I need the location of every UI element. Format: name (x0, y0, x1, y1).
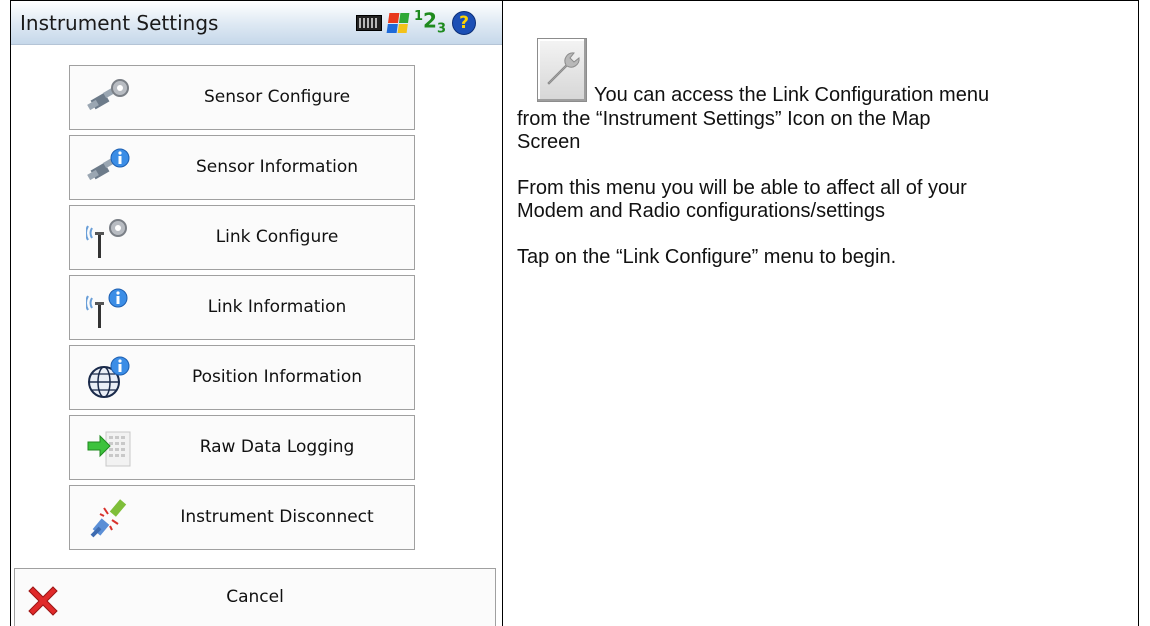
instrument-disconnect-button[interactable]: Instrument Disconnect (69, 485, 415, 550)
status-icons: 123 ? (356, 9, 477, 36)
device-screen: Instrument Settings 123 ? Sensor Configu… (11, 1, 502, 626)
column-divider (502, 0, 503, 626)
raw-data-logging-button[interactable]: Raw Data Logging (69, 415, 415, 480)
cancel-label: Cancel (226, 587, 284, 607)
description-line-3: Screen (517, 131, 581, 153)
description-line-1: You can access the Link Configuration me… (594, 84, 990, 106)
menu-item-label: Sensor Information (195, 157, 359, 177)
menu-item-label: Link Configure (215, 227, 339, 247)
antenna-info-icon (86, 288, 128, 328)
disconnect-plug-icon (90, 499, 127, 538)
link-configure-button[interactable]: Link Configure (69, 205, 415, 270)
data-log-icon (87, 431, 131, 467)
menu-item-label: Link Information (207, 297, 347, 317)
menu-item-label: Position Information (192, 367, 362, 387)
help-icon[interactable]: ? (452, 11, 477, 35)
menu-item-label: Sensor Configure (203, 87, 351, 107)
instrument-settings-wrench-icon (537, 38, 587, 102)
windows-flag-icon[interactable] (386, 13, 410, 33)
menu-item-label: Raw Data Logging (199, 437, 355, 457)
description-line-5: Modem and Radio configurations/settings (517, 200, 885, 222)
input-mode-123-icon[interactable]: 123 (414, 7, 446, 40)
window-title: Instrument Settings (20, 11, 219, 35)
satellite-info-icon (87, 148, 130, 181)
description-line-2: from the “Instrument Settings” Icon on t… (517, 108, 931, 130)
sensor-configure-button[interactable]: Sensor Configure (69, 65, 415, 130)
menu-item-label: Instrument Disconnect (180, 507, 374, 527)
wrench-icon (547, 52, 580, 85)
description-line-6: Tap on the “Link Configure” menu to begi… (517, 246, 897, 268)
position-information-button[interactable]: Position Information (69, 345, 415, 410)
title-bar: Instrument Settings 123 ? (11, 1, 502, 45)
satellite-gear-icon (87, 79, 129, 111)
globe-info-icon (88, 356, 130, 398)
link-information-button[interactable]: Link Information (69, 275, 415, 340)
sensor-information-button[interactable]: Sensor Information (69, 135, 415, 200)
keyboard-icon[interactable] (356, 15, 382, 31)
description-line-4: From this menu you will be able to affec… (517, 177, 967, 199)
antenna-gear-icon (86, 219, 127, 258)
cancel-button[interactable]: Cancel (14, 568, 496, 626)
